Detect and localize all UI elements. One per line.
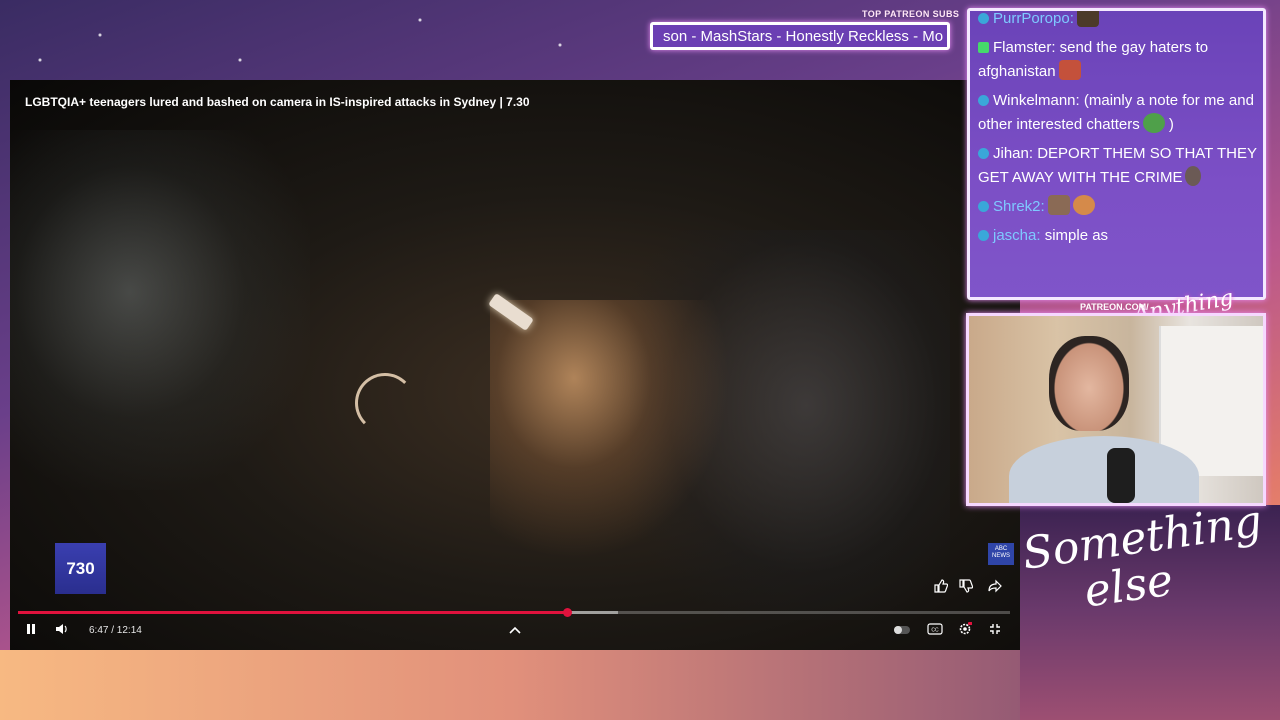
- chat-emote-icon: [1072, 195, 1095, 215]
- thumbs-down-icon[interactable]: [955, 577, 977, 599]
- patreon-ticker: son - MashStars - Honestly Reckless - Mo: [650, 22, 950, 50]
- time-display: 6:47 / 12:14: [89, 625, 142, 636]
- chat-message: PurrPoropo:: [978, 11, 1263, 31]
- video-player[interactable]: LGBTQIA+ teenagers lured and bashed on c…: [10, 80, 1020, 650]
- chat-username[interactable]: Shrek2:: [993, 198, 1045, 215]
- chat-emote-icon: [1047, 195, 1070, 215]
- progress-bar[interactable]: [18, 608, 1010, 617]
- volume-icon[interactable]: [52, 622, 72, 640]
- webcam-streamer-body: [1009, 436, 1199, 503]
- captions-icon[interactable]: CC: [925, 622, 945, 640]
- webcam-microphone: [1107, 448, 1135, 503]
- chat-message: jascha: simple as: [978, 224, 1263, 248]
- chat-emote-icon: [1058, 60, 1081, 80]
- chat-emote-icon: [1142, 113, 1165, 133]
- chat-message: Winkelmann: (mainly a note for me and ot…: [978, 89, 1263, 137]
- chat-badge-icon: [978, 230, 989, 241]
- chat-username[interactable]: PurrPoropo:: [993, 11, 1074, 27]
- chat-badge-icon: [978, 201, 989, 212]
- chevron-up-icon[interactable]: [506, 622, 524, 640]
- chat-badge-icon: [978, 13, 989, 24]
- chat-message: Shrek2:: [978, 195, 1263, 219]
- chat-badge-icon: [978, 148, 989, 159]
- chat-username[interactable]: Winkelmann:: [993, 92, 1080, 109]
- news-logo: ABC NEWS: [988, 543, 1014, 565]
- chat-emote-icon: [1185, 166, 1202, 186]
- settings-icon[interactable]: [955, 622, 975, 640]
- played-bar: [18, 611, 567, 614]
- share-icon[interactable]: [984, 577, 1006, 599]
- chat-username[interactable]: Jihan:: [993, 145, 1033, 162]
- autoplay-toggle[interactable]: [892, 622, 912, 640]
- chat-list: PurrPoropo: Flamster: send the gay haters…: [978, 11, 1263, 253]
- chat-message: Jihan: DEPORT THEM SO THAT THEY GET AWAY…: [978, 142, 1263, 190]
- video-frame-bokeh: [10, 130, 310, 490]
- webcam-streamer-head: [1049, 336, 1129, 431]
- ticker-label: TOP PATREON SUBS: [862, 9, 960, 19]
- webcam-feed: [966, 313, 1266, 506]
- thumbs-up-icon[interactable]: [930, 577, 952, 599]
- chat-username[interactable]: Flamster:: [993, 39, 1056, 56]
- ticker-text: son - MashStars - Honestly Reckless - Mo: [663, 28, 944, 45]
- exit-fullscreen-icon[interactable]: [985, 622, 1005, 640]
- chat-message: Flamster: send the gay haters to afghani…: [978, 36, 1263, 84]
- chat-username[interactable]: jascha:: [993, 227, 1041, 244]
- pause-icon[interactable]: [22, 622, 40, 640]
- video-title[interactable]: LGBTQIA+ teenagers lured and bashed on c…: [25, 95, 530, 109]
- chat-text: simple as: [1040, 227, 1109, 244]
- svg-text:CC: CC: [931, 628, 939, 634]
- chat-text-suffix: ): [1164, 116, 1174, 133]
- chat-badge-icon: [978, 95, 989, 106]
- chat-panel[interactable]: PurrPoropo: Flamster: send the gay haters…: [967, 8, 1266, 300]
- chat-emote-icon: [1076, 11, 1099, 27]
- video-frame-light: [355, 373, 415, 433]
- chat-badge-icon: [978, 42, 989, 53]
- patreon-url: PATREON.COM/: [1080, 302, 1149, 312]
- video-frame-hand: [490, 300, 730, 560]
- scrubber-knob[interactable]: [562, 608, 572, 617]
- channel-logo: 730: [55, 543, 106, 594]
